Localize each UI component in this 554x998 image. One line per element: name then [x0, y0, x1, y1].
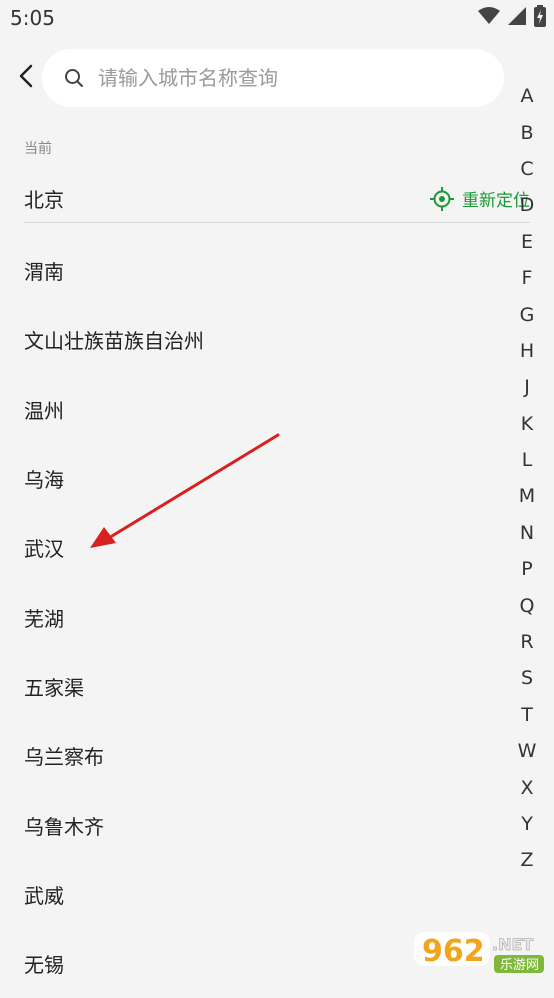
city-item[interactable]: 乌鲁木齐	[24, 790, 504, 859]
alphabet-letter[interactable]: H	[510, 333, 544, 369]
city-item[interactable]: 温州	[24, 375, 504, 444]
alphabet-letter[interactable]: X	[510, 769, 544, 805]
city-item[interactable]: 五家渠	[24, 652, 504, 721]
city-item[interactable]: 乌海	[24, 444, 504, 513]
alphabet-letter[interactable]: E	[510, 224, 544, 260]
alphabet-letter[interactable]: T	[510, 697, 544, 733]
back-button[interactable]	[10, 62, 42, 94]
alphabet-letter[interactable]: Z	[510, 842, 544, 878]
alphabet-index[interactable]: A B C D E F G H J K L M N P Q R S T W X …	[510, 78, 544, 879]
back-arrow-icon	[18, 64, 34, 92]
current-section-label: 当前	[24, 141, 52, 157]
alphabet-letter[interactable]: G	[510, 296, 544, 332]
alphabet-letter[interactable]: M	[510, 478, 544, 514]
city-item[interactable]: 武威	[24, 860, 504, 929]
current-city[interactable]: 北京	[24, 184, 64, 213]
alphabet-letter[interactable]: P	[510, 551, 544, 587]
battery-charging-icon	[534, 5, 546, 31]
status-icons	[478, 5, 546, 31]
city-item[interactable]: 乌兰察布	[24, 721, 504, 790]
alphabet-letter[interactable]: R	[510, 624, 544, 660]
search-icon	[64, 68, 84, 88]
watermark-number: 962	[422, 934, 485, 969]
watermark-tagline: 乐游网	[500, 958, 539, 973]
city-item[interactable]: 文山壮族苗族自治州	[24, 305, 504, 374]
current-city-row: 北京 重新定位	[24, 172, 530, 223]
locate-crosshair-icon	[430, 186, 454, 211]
search-box[interactable]	[42, 49, 504, 107]
city-item[interactable]: 武汉	[24, 513, 504, 582]
status-time: 5:05	[10, 6, 55, 30]
alphabet-letter[interactable]: S	[510, 660, 544, 696]
city-item[interactable]: 渭南	[24, 236, 504, 305]
alphabet-letter[interactable]: D	[510, 187, 544, 223]
status-bar: 5:05	[0, 0, 554, 38]
alphabet-letter[interactable]: N	[510, 515, 544, 551]
alphabet-letter[interactable]: K	[510, 406, 544, 442]
alphabet-letter[interactable]: Y	[510, 806, 544, 842]
city-list: 渭南 文山壮族苗族自治州 温州 乌海 武汉 芜湖 五家渠 乌兰察布 乌鲁木齐 武…	[24, 236, 504, 998]
alphabet-letter[interactable]: Q	[510, 587, 544, 623]
signal-icon	[508, 7, 526, 29]
alphabet-letter[interactable]: J	[510, 369, 544, 405]
alphabet-letter[interactable]: B	[510, 114, 544, 150]
alphabet-letter[interactable]: L	[510, 442, 544, 478]
search-input[interactable]	[96, 65, 460, 91]
city-item[interactable]: 芜湖	[24, 582, 504, 651]
alphabet-letter[interactable]: W	[510, 733, 544, 769]
alphabet-letter[interactable]: A	[510, 78, 544, 114]
watermark-suffix: .NET	[492, 935, 533, 954]
wifi-icon	[478, 7, 500, 29]
watermark-logo: 962 .NET 乐游网	[412, 928, 548, 976]
alphabet-letter[interactable]: C	[510, 151, 544, 187]
alphabet-letter[interactable]: F	[510, 260, 544, 296]
